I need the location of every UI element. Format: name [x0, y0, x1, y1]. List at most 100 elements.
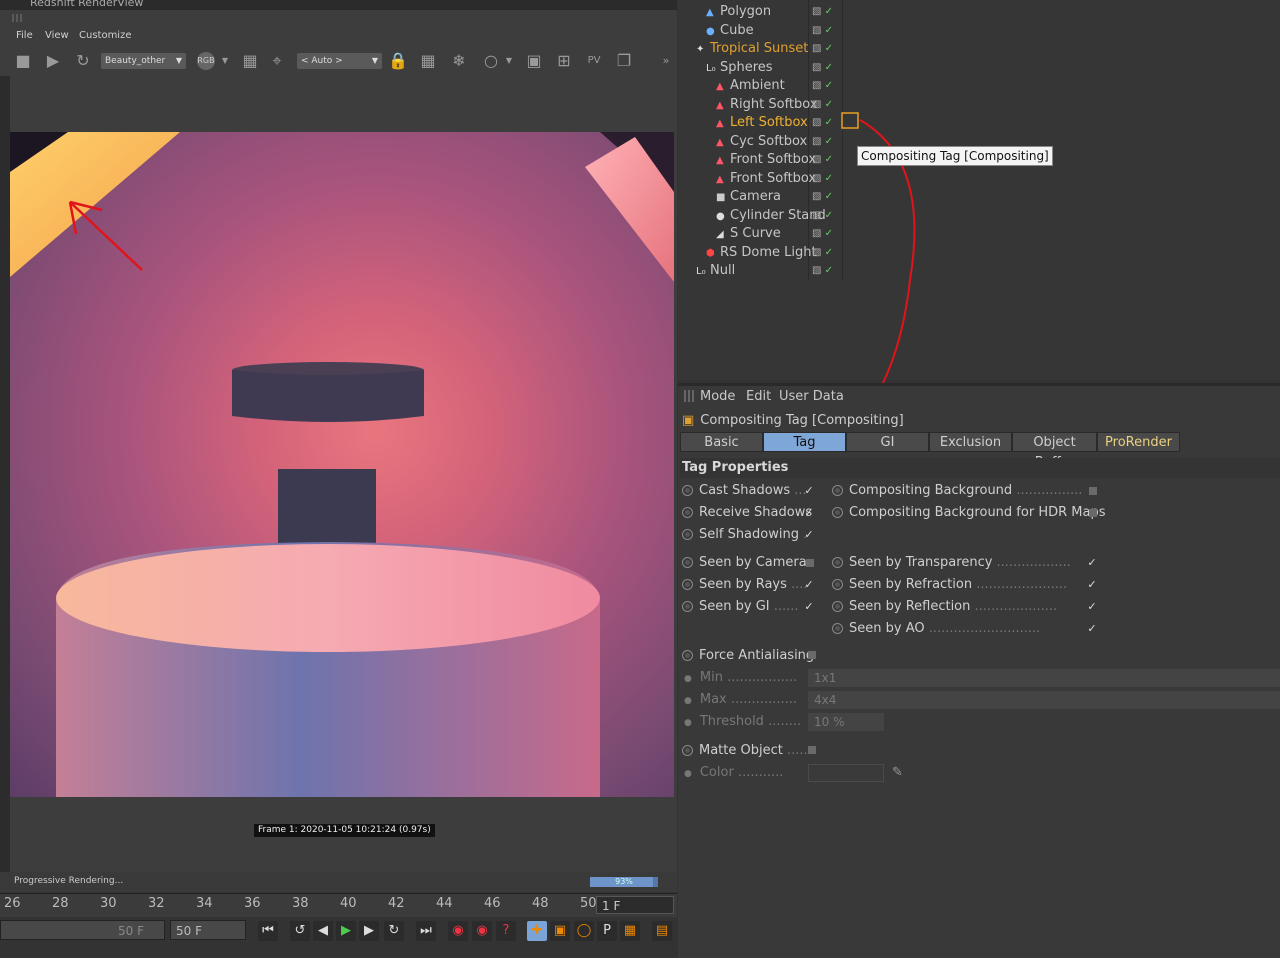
keyframe-radio-icon[interactable]	[832, 579, 843, 590]
visibility-flags-icon[interactable]: ▧ ✓	[812, 22, 833, 40]
play-icon[interactable]: ▶	[42, 50, 64, 72]
checkbox-seen-by-ao[interactable]: ✓	[1087, 623, 1097, 634]
grip-icon[interactable]	[12, 14, 24, 22]
add-snapshot-icon[interactable]: ⊞	[553, 50, 575, 72]
visibility-flags-icon[interactable]: ▧ ✓	[812, 262, 833, 280]
keyframe-radio-icon[interactable]	[832, 601, 843, 612]
frame-slider[interactable]: 50 F	[0, 920, 165, 940]
autokey-icon[interactable]: ◉	[472, 921, 492, 941]
checkbox-receive-shadows[interactable]: ✓	[804, 507, 814, 518]
visibility-flags-icon[interactable]: ▧ ✓	[812, 225, 833, 243]
grid-icon[interactable]: ▦	[417, 50, 439, 72]
object-row[interactable]: ■ Camera ▧ ✓	[678, 188, 1280, 206]
step-forward-icon[interactable]: ▶	[359, 921, 379, 941]
object-row[interactable]: ⬢ RS Dome Light ▧ ✓	[678, 244, 1280, 262]
help-icon[interactable]: ?	[496, 921, 516, 941]
visibility-flags-icon[interactable]: ▧ ✓	[812, 207, 833, 225]
checkbox-matte-object[interactable]	[808, 746, 816, 754]
visibility-flags-icon[interactable]: ▧ ✓	[812, 151, 833, 169]
checkbox-seen-by-reflection[interactable]: ✓	[1087, 601, 1097, 612]
visibility-flags-icon[interactable]: ▧ ✓	[812, 59, 833, 77]
tab-basic[interactable]: Basic	[680, 432, 763, 452]
keyframe-radio-icon[interactable]	[682, 579, 693, 590]
checkbox-cast-shadows[interactable]: ✓	[804, 485, 814, 496]
visibility-flags-icon[interactable]: ▧ ✓	[812, 244, 833, 262]
checkbox-seen-by-camera[interactable]	[806, 559, 814, 567]
film-icon[interactable]: ▤	[652, 921, 672, 941]
step-back-icon[interactable]: ◀	[313, 921, 333, 941]
keyframe-radio-icon[interactable]	[682, 485, 693, 496]
checkbox-seen-by-rays[interactable]: ✓	[804, 579, 814, 590]
object-row[interactable]: ▲ Polygon ▧ ✓	[678, 3, 1280, 21]
object-row[interactable]: ● Cube ▧ ✓	[678, 22, 1280, 40]
visibility-flags-icon[interactable]: ▧ ✓	[812, 40, 833, 58]
lock-icon[interactable]: 🔒	[388, 50, 408, 72]
object-row[interactable]: ● Cylinder Stand ▧ ✓	[678, 207, 1280, 225]
tab-exclusion[interactable]: Exclusion	[929, 432, 1012, 452]
tab-gi[interactable]: GI	[846, 432, 929, 452]
loop-icon[interactable]: ↺	[290, 921, 310, 941]
point-level-icon[interactable]: ▦	[620, 921, 640, 941]
zoom-select[interactable]: < Auto > ▼	[297, 53, 382, 69]
aov-select[interactable]: Beauty_other ▼	[101, 53, 186, 69]
tab-tag[interactable]: Tag	[763, 432, 846, 452]
keyframe-radio-icon[interactable]	[832, 507, 843, 518]
menu-edit[interactable]: Edit	[746, 389, 771, 404]
overflow-icon[interactable]: »	[660, 50, 672, 72]
timeline-ruler[interactable]: 26 28 30 32 34 36 38 40 42 44 46 48 50	[0, 893, 677, 918]
end-frame-field[interactable]: 1 F	[596, 896, 674, 914]
loop-forward-icon[interactable]: ↻	[384, 921, 404, 941]
record-icon[interactable]: ◉	[448, 921, 468, 941]
go-end-icon[interactable]: ⏭	[416, 921, 436, 941]
object-row[interactable]: L₀ Null ▧ ✓	[678, 262, 1280, 280]
tab-prorender[interactable]: ProRender	[1097, 432, 1180, 452]
visibility-flags-icon[interactable]: ▧ ✓	[812, 3, 833, 21]
eyedropper-icon[interactable]: ✎	[892, 764, 903, 782]
menu-mode[interactable]: Mode	[700, 389, 735, 404]
keyframe-radio-icon[interactable]	[682, 557, 693, 568]
param-key-icon[interactable]: P	[597, 921, 617, 941]
keyframe-radio-icon[interactable]	[682, 507, 693, 518]
object-row[interactable]: ▲ Left Softbox ▧ ✓	[678, 114, 1280, 132]
chevron-down-icon[interactable]: ▼	[503, 50, 515, 72]
crop-icon[interactable]: ⌖	[266, 50, 288, 72]
scale-key-icon[interactable]: ▣	[550, 921, 570, 941]
object-row[interactable]: ▲ Right Softbox ▧ ✓	[678, 96, 1280, 114]
checkbox-seen-by-refraction[interactable]: ✓	[1087, 579, 1097, 590]
refresh-icon[interactable]: ↻	[72, 50, 94, 72]
rotate-key-icon[interactable]: ◯	[574, 921, 594, 941]
min-field[interactable]: 1x1	[808, 669, 1280, 687]
tab-object-buffer[interactable]: Object Buffer	[1012, 432, 1097, 470]
clapper-icon[interactable]: ■	[12, 50, 34, 72]
checkbox-compositing-background[interactable]	[1089, 487, 1097, 495]
checkbox-seen-by-gi[interactable]: ✓	[804, 601, 814, 612]
circle-select-icon[interactable]: ○	[479, 50, 503, 72]
visibility-flags-icon[interactable]: ▧ ✓	[812, 133, 833, 151]
max-field[interactable]: 4x4	[808, 691, 1280, 709]
color-swatch[interactable]	[808, 764, 884, 782]
play-forward-icon[interactable]: ▶	[336, 921, 356, 941]
menu-customize[interactable]: Customize	[79, 28, 132, 44]
threshold-field[interactable]: 10 %	[808, 713, 884, 731]
rgb-channel-button[interactable]: RGB	[194, 50, 218, 72]
keyframe-radio-icon[interactable]	[832, 485, 843, 496]
object-row[interactable]: ◢ S Curve ▧ ✓	[678, 225, 1280, 243]
keyframe-radio-icon[interactable]	[682, 529, 693, 540]
menu-view[interactable]: View	[45, 28, 69, 44]
keyframe-radio-icon[interactable]	[682, 745, 693, 756]
menu-user-data[interactable]: User Data	[779, 389, 844, 404]
checkbox-compositing-background-hdr[interactable]	[1089, 509, 1097, 517]
menu-file[interactable]: File	[16, 28, 33, 44]
visibility-flags-icon[interactable]: ▧ ✓	[812, 170, 833, 188]
visibility-flags-icon[interactable]: ▧ ✓	[812, 96, 833, 114]
keyframe-radio-icon[interactable]	[682, 650, 693, 661]
snowflake-icon[interactable]: ❄	[448, 50, 470, 72]
checkbox-self-shadowing[interactable]: ✓	[804, 529, 814, 540]
region-icon[interactable]: ▦	[240, 50, 260, 72]
object-row[interactable]: ✦ Tropical Sunset ▧ ✓	[678, 40, 1280, 58]
keyframe-radio-icon[interactable]	[832, 623, 843, 634]
checkbox-force-antialiasing[interactable]	[808, 651, 816, 659]
pv-icon[interactable]: PV	[583, 50, 605, 72]
object-row[interactable]: ▲ Front Softbox ▧ ✓	[678, 170, 1280, 188]
chevron-down-icon[interactable]: ▼	[219, 50, 231, 72]
